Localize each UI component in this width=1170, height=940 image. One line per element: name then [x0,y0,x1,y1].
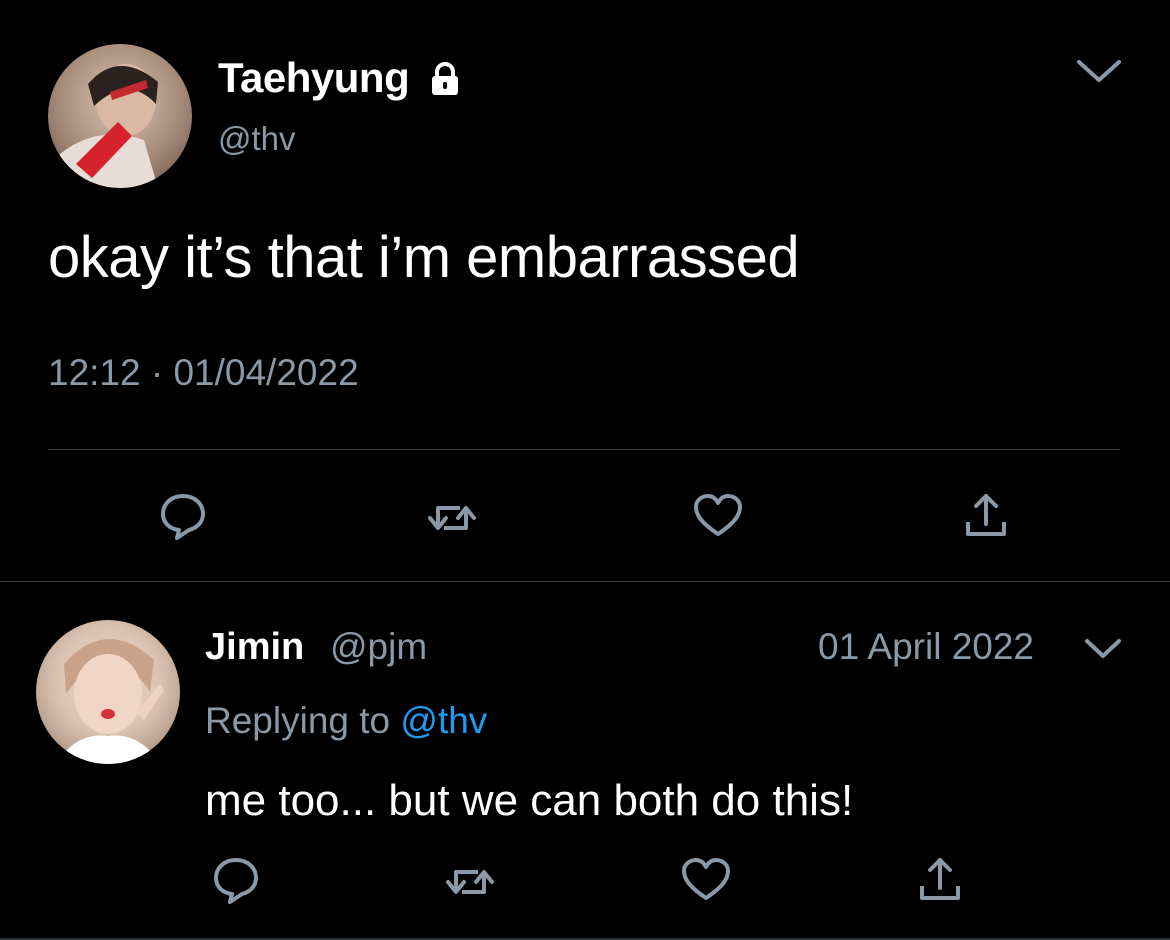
reply-date[interactable]: 01 April 2022 [818,626,1034,668]
reply-text: me too... but we can both do this! [205,776,854,825]
lock-icon [426,60,464,98]
replying-to-label: Replying to [205,700,401,741]
reply-author-avatar[interactable] [36,620,180,764]
author-avatar[interactable] [48,44,192,188]
share-icon[interactable] [912,852,968,908]
tweet-text: okay it’s that i’m embarrassed [48,225,800,290]
like-icon[interactable] [678,852,734,908]
reply-icon[interactable] [208,852,264,908]
chevron-down-icon[interactable] [1082,631,1124,665]
replying-to-line: Replying to @thv [205,700,487,742]
retweet-icon[interactable] [442,854,498,910]
divider [48,449,1120,450]
author-handle[interactable]: @thv [218,120,296,158]
divider [0,581,1170,582]
reply-author-handle[interactable]: @pjm [330,626,427,668]
chevron-down-icon[interactable] [1074,50,1124,90]
replying-to-mention[interactable]: @thv [400,700,487,741]
like-icon[interactable] [690,488,746,544]
retweet-icon[interactable] [424,490,480,546]
reply-author-name[interactable]: Jimin [205,626,304,669]
tweet-timestamp[interactable]: 12:12 · 01/04/2022 [48,352,359,394]
author-name[interactable]: Taehyung [218,54,410,102]
share-icon[interactable] [958,488,1014,544]
reply-icon[interactable] [155,488,211,544]
